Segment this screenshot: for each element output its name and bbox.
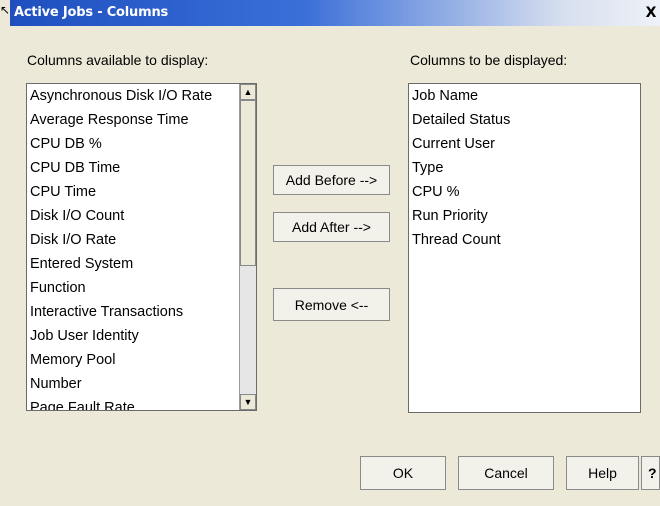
add-before-button[interactable]: Add Before -->	[273, 165, 390, 195]
available-column-item[interactable]: Function	[27, 276, 256, 300]
available-column-item[interactable]: CPU DB %	[27, 132, 256, 156]
displayed-column-item[interactable]: Run Priority	[409, 204, 640, 228]
cancel-button[interactable]: Cancel	[458, 456, 554, 490]
whats-this-help-button[interactable]: ?	[641, 456, 660, 490]
displayed-column-item[interactable]: Current User	[409, 132, 640, 156]
remove-button[interactable]: Remove <--	[273, 288, 390, 321]
help-button[interactable]: Help	[566, 456, 639, 490]
available-column-item[interactable]: CPU DB Time	[27, 156, 256, 180]
title-bar[interactable]: Active Jobs - Columns X	[10, 0, 660, 26]
available-columns-label: Columns available to display:	[27, 52, 209, 68]
available-column-item[interactable]: Job User Identity	[27, 324, 256, 348]
available-column-item[interactable]: Entered System	[27, 252, 256, 276]
available-column-item[interactable]: Average Response Time	[27, 108, 256, 132]
available-column-item[interactable]: CPU Time	[27, 180, 256, 204]
available-column-item[interactable]: Disk I/O Count	[27, 204, 256, 228]
available-column-item[interactable]: Page Fault Rate	[27, 396, 256, 410]
displayed-columns-list[interactable]: Job Name Detailed Status Current User Type C…	[408, 83, 641, 413]
add-after-button[interactable]: Add After -->	[273, 212, 390, 242]
available-column-item[interactable]: Memory Pool	[27, 348, 256, 372]
mouse-cursor-icon: ↖	[0, 3, 11, 17]
available-column-item[interactable]: Asynchronous Disk I/O Rate	[27, 84, 256, 108]
available-column-item[interactable]: Number	[27, 372, 256, 396]
displayed-column-item[interactable]: Detailed Status	[409, 108, 640, 132]
scroll-thumb[interactable]	[240, 100, 256, 266]
ok-button[interactable]: OK	[360, 456, 446, 490]
window-title: Active Jobs - Columns	[14, 5, 169, 20]
available-list-scrollbar[interactable]: ▲ ▼	[239, 84, 256, 410]
available-column-item[interactable]: Interactive Transactions	[27, 300, 256, 324]
dialog-window: ↖ Active Jobs - Columns X Columns availa…	[0, 0, 660, 506]
available-columns-list[interactable]: Asynchronous Disk I/O Rate Average Respon…	[26, 83, 257, 411]
down-arrow-icon[interactable]: ▼	[240, 394, 256, 410]
displayed-column-item[interactable]: CPU %	[409, 180, 640, 204]
available-column-item[interactable]: Disk I/O Rate	[27, 228, 256, 252]
displayed-column-item[interactable]: Thread Count	[409, 228, 640, 252]
displayed-columns-label: Columns to be displayed:	[410, 52, 568, 68]
displayed-column-item[interactable]: Job Name	[409, 84, 640, 108]
close-icon[interactable]: X	[644, 4, 658, 22]
displayed-column-item[interactable]: Type	[409, 156, 640, 180]
up-arrow-icon[interactable]: ▲	[240, 84, 256, 100]
